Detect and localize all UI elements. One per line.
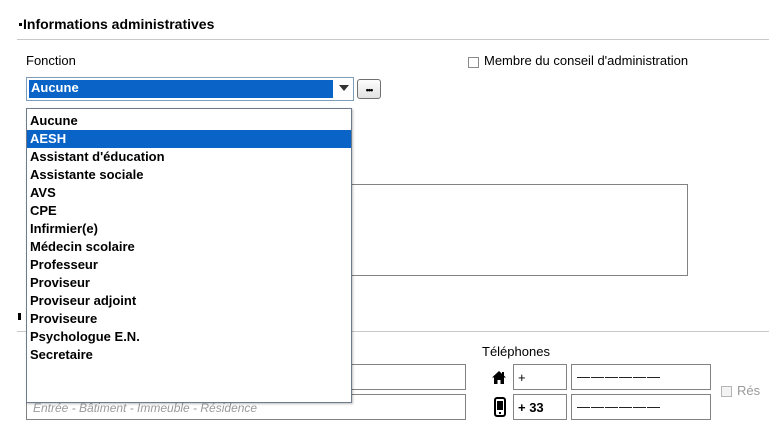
home-icon [492, 371, 506, 384]
home-phone-number[interactable]: —————— [571, 364, 711, 390]
mobile-phone-prefix-text: + 33 [518, 400, 544, 415]
admin-section-title: Informations administratives [23, 16, 215, 32]
contact-section-bullet [18, 313, 21, 320]
home-phone-prefix[interactable]: + [513, 364, 567, 390]
dropdown-option[interactable]: AESH [27, 130, 351, 148]
dropdown-option[interactable]: Psychologue E.N. [27, 328, 351, 346]
dropdown-option[interactable]: Professeur [27, 256, 351, 274]
dropdown-option[interactable]: Médecin scolaire [27, 238, 351, 256]
home-phone-prefix-text: + [518, 370, 526, 385]
mobile-phone-prefix[interactable]: + 33 [513, 394, 567, 420]
dropdown-option[interactable]: Assistant d'éducation [27, 148, 351, 166]
dropdown-option[interactable]: Proviseur adjoint [27, 292, 351, 310]
dropdown-items: Aucune AESH Assistant d'éducation Assistant… [27, 112, 351, 364]
ellipsis-icon: ••• [365, 85, 374, 95]
admin-section-divider [17, 39, 769, 40]
dropdown-option[interactable]: AVS [27, 184, 351, 202]
admin-section-bullet [19, 23, 22, 26]
mobile-phone-icon [494, 397, 506, 417]
dropdown-option[interactable]: Proviseur [27, 274, 351, 292]
address-building-placeholder: Entrée - Bâtiment - Immeuble - Résidence [33, 401, 258, 415]
fonction-select[interactable]: Aucune [26, 77, 354, 101]
dropdown-option[interactable]: Proviseure [27, 310, 351, 328]
mobile-phone-number[interactable]: —————— [571, 394, 711, 420]
telephones-label: Téléphones [482, 344, 550, 359]
dropdown-option[interactable]: Infirmier(e) [27, 220, 351, 238]
fonction-more-button[interactable]: ••• [357, 79, 381, 99]
res-label: Rés [737, 383, 761, 398]
dropdown-option[interactable]: Aucune [27, 112, 351, 130]
home-phone-number-text: —————— [577, 369, 661, 384]
board-member-label: Membre du conseil d'administration [484, 53, 689, 68]
dropdown-option[interactable]: Assistante sociale [27, 166, 351, 184]
fonction-dropdown-list[interactable]: Aucune AESH Assistant d'éducation Assistant… [26, 108, 352, 403]
dropdown-option[interactable]: Secretaire [27, 346, 351, 364]
board-member-checkbox[interactable] [468, 57, 479, 68]
mobile-phone-number-text: —————— [577, 399, 661, 414]
res-checkbox[interactable] [721, 386, 732, 397]
fonction-selected-value: Aucune [29, 80, 333, 98]
fonction-label: Fonction [26, 53, 76, 68]
chevron-down-icon[interactable] [339, 85, 349, 91]
dropdown-option[interactable]: CPE [27, 202, 351, 220]
